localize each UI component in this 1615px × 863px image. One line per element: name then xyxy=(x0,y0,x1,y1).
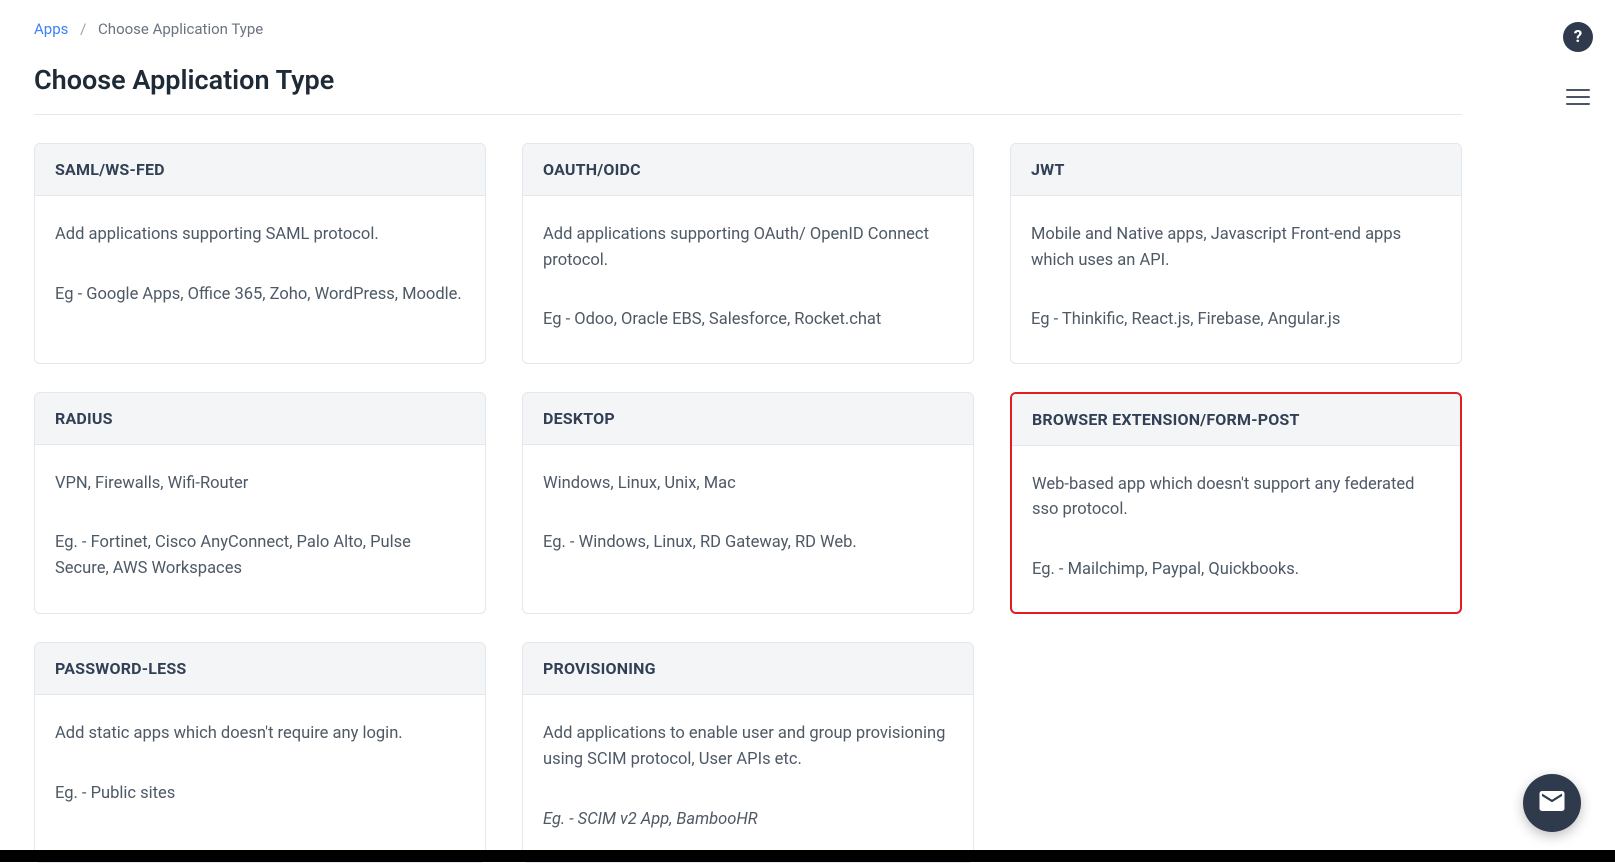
card-eg: Eg. - Public sites xyxy=(55,781,465,807)
mail-icon xyxy=(1537,786,1567,820)
card-header: DESKTOP xyxy=(523,393,973,445)
card-header: OAUTH/OIDC xyxy=(523,144,973,196)
card-body: Windows, Linux, Unix, Mac Eg. - Windows,… xyxy=(523,445,973,586)
card-header: JWT xyxy=(1011,144,1461,196)
card-body: Add applications supporting OAuth/ OpenI… xyxy=(523,196,973,363)
card-saml[interactable]: SAML/WS-FED Add applications supporting … xyxy=(34,143,486,364)
card-body: Add applications to enable user and grou… xyxy=(523,695,973,862)
card-title: JWT xyxy=(1031,160,1441,179)
card-desc: Add applications supporting SAML protoco… xyxy=(55,222,465,248)
breadcrumb-current: Choose Application Type xyxy=(98,20,263,38)
card-header: BROWSER EXTENSION/FORM-POST xyxy=(1012,394,1460,446)
card-desc: Add static apps which doesn't require an… xyxy=(55,721,465,747)
card-eg: Eg. - Fortinet, Cisco AnyConnect, Palo A… xyxy=(55,530,465,581)
card-body: Add static apps which doesn't require an… xyxy=(35,695,485,836)
breadcrumb-separator: / xyxy=(80,20,86,38)
card-eg: Eg. - Mailchimp, Paypal, Quickbooks. xyxy=(1032,557,1440,583)
card-title: PASSWORD-LESS xyxy=(55,659,465,678)
page-title: Choose Application Type xyxy=(34,64,1462,96)
bottom-strip xyxy=(0,850,1615,862)
app-type-grid: SAML/WS-FED Add applications supporting … xyxy=(34,143,1462,863)
empty-cell xyxy=(1010,642,1462,863)
card-title: OAUTH/OIDC xyxy=(543,160,953,179)
card-eg: Eg. - SCIM v2 App, BambooHR xyxy=(543,807,953,833)
card-header: PROVISIONING xyxy=(523,643,973,695)
help-icon[interactable]: ? xyxy=(1563,22,1593,52)
card-body: VPN, Firewalls, Wifi-Router Eg. - Fortin… xyxy=(35,445,485,612)
card-body: Mobile and Native apps, Javascript Front… xyxy=(1011,196,1461,363)
card-header: SAML/WS-FED xyxy=(35,144,485,196)
card-desc: VPN, Firewalls, Wifi-Router xyxy=(55,471,465,497)
card-header: RADIUS xyxy=(35,393,485,445)
card-body: Add applications supporting SAML protoco… xyxy=(35,196,485,337)
card-desc: Web-based app which doesn't support any … xyxy=(1032,472,1440,523)
card-desc: Add applications supporting OAuth/ OpenI… xyxy=(543,222,953,273)
card-desc: Windows, Linux, Unix, Mac xyxy=(543,471,953,497)
card-eg: Eg - Thinkific, React.js, Firebase, Angu… xyxy=(1031,307,1441,333)
card-title: RADIUS xyxy=(55,409,465,428)
card-jwt[interactable]: JWT Mobile and Native apps, Javascript F… xyxy=(1010,143,1462,364)
card-title: SAML/WS-FED xyxy=(55,160,465,179)
card-header: PASSWORD-LESS xyxy=(35,643,485,695)
breadcrumb-apps-link[interactable]: Apps xyxy=(34,20,68,38)
card-title: PROVISIONING xyxy=(543,659,953,678)
card-eg: Eg - Odoo, Oracle EBS, Salesforce, Rocke… xyxy=(543,307,953,333)
card-provisioning[interactable]: PROVISIONING Add applications to enable … xyxy=(522,642,974,863)
card-password-less[interactable]: PASSWORD-LESS Add static apps which does… xyxy=(34,642,486,863)
card-radius[interactable]: RADIUS VPN, Firewalls, Wifi-Router Eg. -… xyxy=(34,392,486,615)
card-desc: Mobile and Native apps, Javascript Front… xyxy=(1031,222,1441,273)
card-browser-extension[interactable]: BROWSER EXTENSION/FORM-POST Web-based ap… xyxy=(1010,392,1462,615)
card-body: Web-based app which doesn't support any … xyxy=(1012,446,1460,613)
card-title: DESKTOP xyxy=(543,409,953,428)
card-desktop[interactable]: DESKTOP Windows, Linux, Unix, Mac Eg. - … xyxy=(522,392,974,615)
card-eg: Eg. - Windows, Linux, RD Gateway, RD Web… xyxy=(543,530,953,556)
card-oauth[interactable]: OAUTH/OIDC Add applications supporting O… xyxy=(522,143,974,364)
menu-icon[interactable] xyxy=(1566,84,1590,110)
card-title: BROWSER EXTENSION/FORM-POST xyxy=(1032,410,1440,429)
right-rail: ? xyxy=(1563,22,1593,110)
title-divider xyxy=(34,114,1462,115)
chat-fab[interactable] xyxy=(1523,774,1581,832)
breadcrumb: Apps / Choose Application Type xyxy=(34,20,1462,38)
card-eg: Eg - Google Apps, Office 365, Zoho, Word… xyxy=(55,282,465,308)
card-desc: Add applications to enable user and grou… xyxy=(543,721,953,772)
